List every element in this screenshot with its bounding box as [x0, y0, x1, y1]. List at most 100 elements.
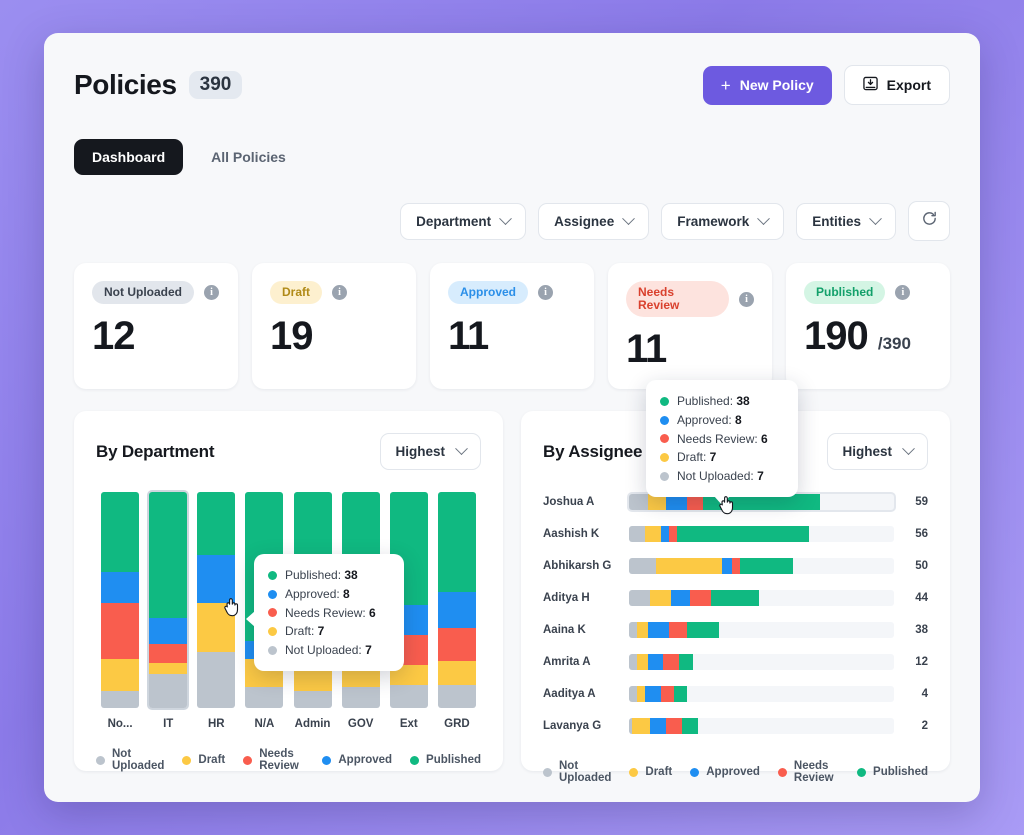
bar-segment[interactable] [671, 590, 690, 607]
bar-segment[interactable] [149, 673, 188, 709]
bar-segment[interactable] [197, 652, 236, 709]
new-policy-button[interactable]: + New Policy [702, 65, 832, 105]
bar-segment[interactable] [660, 526, 669, 543]
bar-segment[interactable] [674, 686, 688, 703]
axis-tick-label: HR [208, 718, 225, 731]
tab-dashboard[interactable]: Dashboard [74, 139, 184, 175]
assignee-bar[interactable] [629, 526, 894, 543]
bar-segment[interactable] [679, 654, 693, 671]
bar-segment[interactable] [732, 558, 741, 575]
legend-item[interactable]: Published [410, 754, 481, 766]
by-department-sort-select[interactable]: Highest [380, 433, 481, 471]
filter-framework[interactable]: Framework [661, 202, 785, 240]
assignee-bar[interactable] [629, 686, 894, 703]
refresh-button[interactable] [908, 201, 950, 241]
info-icon[interactable]: i [739, 291, 754, 307]
legend-item[interactable]: Draft [182, 754, 225, 766]
bar-segment[interactable] [689, 590, 712, 607]
bar-segment[interactable] [293, 691, 332, 709]
assignee-name: Amrita A [543, 656, 591, 669]
assignee-bar[interactable] [629, 590, 894, 607]
bar-segment[interactable] [629, 558, 656, 575]
bar-segment[interactable] [721, 558, 733, 575]
bar-segment[interactable] [341, 686, 380, 709]
assignee-bar[interactable] [629, 718, 894, 735]
legend-item[interactable]: Not Uploaded [543, 760, 611, 784]
by-assignee-sort-select[interactable]: Highest [827, 433, 928, 471]
bar-segment[interactable] [437, 591, 476, 629]
legend-item[interactable]: Draft [629, 766, 672, 778]
header-actions: + New Policy Export [702, 65, 950, 105]
bar-segment[interactable] [666, 718, 682, 735]
bar-segment[interactable] [629, 526, 645, 543]
legend-item[interactable]: Published [857, 766, 928, 778]
bar-segment[interactable] [655, 558, 722, 575]
assignee-bar[interactable] [629, 622, 894, 639]
bar-segment[interactable] [676, 526, 810, 543]
tab-all-policies[interactable]: All Policies [193, 139, 304, 175]
bar-segment[interactable] [647, 622, 669, 639]
bar-segment[interactable] [740, 558, 794, 575]
bar-segment[interactable] [197, 492, 236, 555]
bar-segment[interactable] [644, 526, 661, 543]
bar-segment[interactable] [660, 686, 675, 703]
export-button[interactable]: Export [843, 65, 950, 105]
bar-segment[interactable] [687, 622, 720, 639]
bar-segment[interactable] [197, 555, 236, 603]
bar-segment[interactable] [101, 602, 140, 659]
info-icon[interactable]: i [332, 285, 348, 301]
department-bar[interactable] [437, 492, 476, 709]
bar-segment[interactable] [629, 590, 651, 607]
bar-segment[interactable] [629, 654, 637, 671]
assignee-bar[interactable] [629, 654, 894, 671]
bar-segment[interactable] [650, 590, 672, 607]
legend-item[interactable]: Needs Review [243, 748, 304, 772]
bar-segment[interactable] [681, 718, 698, 735]
bar-segment[interactable] [663, 654, 680, 671]
bar-segment[interactable] [149, 643, 188, 663]
legend-color-dot [182, 755, 192, 765]
bar-segment[interactable] [149, 617, 188, 644]
bar-segment[interactable] [629, 494, 648, 511]
department-bar[interactable] [101, 492, 140, 709]
bar-segment[interactable] [437, 660, 476, 685]
bar-segment[interactable] [149, 492, 188, 618]
filter-department[interactable]: Department [400, 202, 527, 240]
bar-segment[interactable] [668, 526, 677, 543]
bar-segment[interactable] [629, 622, 637, 639]
bar-segment[interactable] [437, 684, 476, 709]
bar-segment[interactable] [437, 628, 476, 661]
bar-segment[interactable] [197, 602, 236, 653]
bar-segment[interactable] [636, 686, 645, 703]
bar-segment[interactable] [389, 684, 428, 709]
bar-segment[interactable] [629, 686, 637, 703]
assignee-bar[interactable] [629, 558, 894, 575]
bar-segment[interactable] [101, 691, 140, 709]
legend-item[interactable]: Not Uploaded [96, 748, 164, 772]
info-icon[interactable]: i [895, 285, 911, 301]
bar-segment[interactable] [711, 590, 759, 607]
legend-item[interactable]: Needs Review [777, 760, 839, 784]
bar-segment[interactable] [101, 658, 140, 692]
bar-segment[interactable] [647, 654, 664, 671]
department-bar[interactable] [197, 492, 236, 709]
bar-segment[interactable] [101, 492, 140, 573]
legend-item[interactable]: Approved [322, 754, 392, 766]
bar-segment[interactable] [437, 492, 476, 592]
bar-segment[interactable] [636, 622, 648, 639]
bar-segment[interactable] [149, 662, 188, 674]
info-icon[interactable]: i [204, 285, 219, 301]
bar-segment[interactable] [650, 718, 667, 735]
bar-segment[interactable] [631, 718, 651, 735]
bar-segment[interactable] [668, 622, 688, 639]
info-icon[interactable]: i [538, 285, 554, 301]
filter-assignee[interactable]: Assignee [538, 202, 650, 240]
bar-segment[interactable] [245, 686, 284, 709]
bar-segment[interactable] [636, 654, 648, 671]
legend-item[interactable]: Approved [690, 766, 760, 778]
bar-segment[interactable] [101, 572, 140, 603]
legend-label: Not Uploaded [112, 748, 165, 773]
department-bar[interactable] [149, 492, 188, 709]
bar-segment[interactable] [644, 686, 661, 703]
filter-entities[interactable]: Entities [796, 202, 896, 240]
